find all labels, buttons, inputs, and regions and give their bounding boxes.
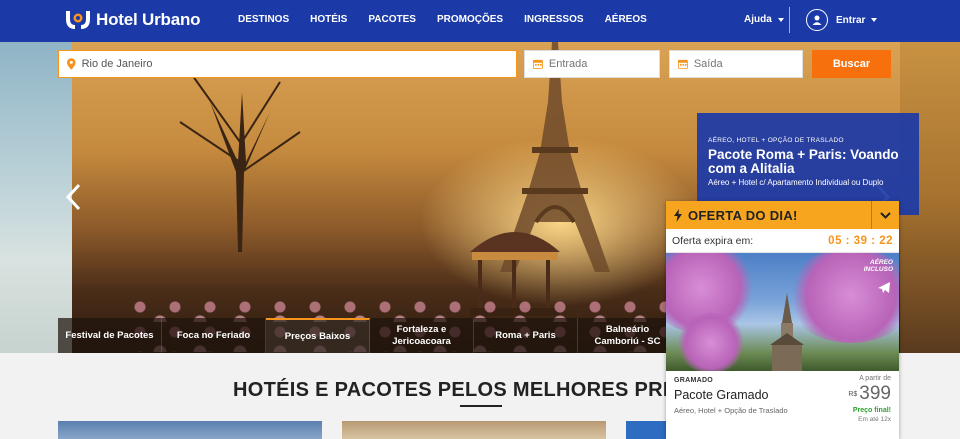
price-line: R$ 399 (848, 383, 891, 405)
nav-destinos[interactable]: DESTINOS (238, 14, 289, 25)
airplane-icon (878, 282, 890, 293)
tab-festival-de-pacotes[interactable]: Festival de Pacotes (58, 318, 162, 353)
chevron-left-icon[interactable] (64, 182, 84, 212)
search-button[interactable]: Buscar (812, 50, 891, 78)
lightning-bolt-icon (674, 208, 682, 222)
login-menu[interactable]: Entrar (806, 9, 878, 31)
price-from-label: A partir de (859, 375, 891, 382)
help-label: Ajuda (744, 14, 772, 25)
checkout-field[interactable] (669, 50, 803, 78)
tab-foca-no-feriado[interactable]: Foca no Feriado (162, 318, 266, 353)
calendar-icon (533, 59, 543, 69)
gramado-image[interactable]: AÉREO INCLUSO (666, 253, 899, 371)
price-final-note: Preço final! (852, 407, 891, 414)
offer-collapse-toggle[interactable] (871, 201, 899, 229)
tab-fortaleza-jericoacoara[interactable]: Fortaleza e Jericoacoara (370, 318, 474, 353)
price-installments: Em até 12x (858, 416, 891, 423)
offer-expires-label: Oferta expira em: (672, 234, 754, 247)
section-title: HOTÉIS E PACOTES PELOS MELHORES PRE (233, 379, 677, 401)
user-icon (806, 9, 828, 31)
top-header: Hotel Urbano DESTINOS HOTÉIS PACOTES PRO… (0, 0, 960, 42)
hotel-card-image[interactable] (626, 421, 666, 439)
price-currency: R$ (848, 391, 858, 398)
promo-title: Pacote Roma + Paris: Voando com a Alital… (708, 147, 899, 176)
offer-header: OFERTA DO DIA! (666, 201, 899, 229)
brand-logo[interactable]: Hotel Urbano (64, 9, 201, 31)
price-box: A partir de R$ 399 Preço final! Em até 1… (848, 375, 891, 423)
blossom-tree (676, 313, 746, 371)
previous-slide-preview (0, 42, 72, 353)
tab-precos-baixos[interactable]: Preços Baixos (266, 318, 370, 353)
checkin-field[interactable] (524, 50, 660, 78)
hotel-card-image[interactable] (342, 421, 606, 439)
login-label: Entrar (836, 14, 866, 26)
hotel-card-image[interactable] (58, 421, 322, 439)
offer-timer-row: Oferta expira em: 05 : 39 : 22 (666, 229, 899, 253)
nav-hoteis[interactable]: HOTÉIS (310, 14, 347, 25)
promo-subtitle: Aéreo + Hotel c/ Apartamento Individual … (708, 178, 884, 187)
offer-details: GRAMADO Pacote Gramado Aéreo, Hotel + Op… (666, 371, 899, 439)
offer-countdown: 05 : 39 : 22 (828, 234, 893, 247)
brand-name: Hotel Urbano (96, 10, 201, 29)
nav-ingressos[interactable]: INGRESSOS (524, 14, 583, 25)
offer-title: OFERTA DO DIA! (688, 207, 798, 223)
autumn-tree-image (179, 71, 301, 252)
main-nav: DESTINOS HOTÉIS PACOTES PROMOÇÕES INGRES… (238, 14, 668, 25)
church-image (770, 293, 804, 371)
badge-line-2: INCLUSO (863, 266, 893, 273)
nav-pacotes[interactable]: PACOTES (368, 14, 416, 25)
nav-promocoes[interactable]: PROMOÇÕES (437, 14, 503, 25)
promo-kicker: AÉREO, HOTEL + OPÇÃO DE TRASLADO (708, 137, 844, 144)
help-menu[interactable]: Ajuda (744, 14, 784, 25)
hero-tabs: Festival de Pacotes Foca no Feriado Preç… (58, 318, 678, 353)
nav-aereos[interactable]: AÉREOS (605, 14, 647, 25)
destination-input[interactable] (81, 51, 516, 77)
featured-package-card[interactable]: AÉREO, HOTEL + OPÇÃO DE TRASLADO Pacote … (697, 113, 919, 215)
chevron-down-icon (880, 211, 891, 219)
chevron-down-icon (777, 17, 784, 22)
chevron-down-icon (871, 18, 878, 22)
checkout-input[interactable] (693, 51, 802, 77)
price-value: 399 (859, 383, 891, 404)
calendar-icon (678, 59, 688, 69)
badge-line-1: AÉREO (869, 259, 893, 266)
air-included-badge: AÉREO INCLUSO (864, 259, 893, 273)
tab-balneario-camboriu[interactable]: Balneário Camboriú - SC (578, 318, 678, 353)
location-pin-icon (67, 58, 76, 70)
section-underline (460, 405, 502, 407)
hotel-urbano-logo-icon (66, 11, 90, 29)
destination-field[interactable] (58, 50, 517, 78)
offer-of-the-day-widget[interactable]: OFERTA DO DIA! Oferta expira em: 05 : 39… (666, 201, 899, 439)
tab-roma-paris[interactable]: Roma + Paris (474, 318, 578, 353)
header-divider (789, 7, 790, 33)
checkin-input[interactable] (548, 51, 659, 77)
